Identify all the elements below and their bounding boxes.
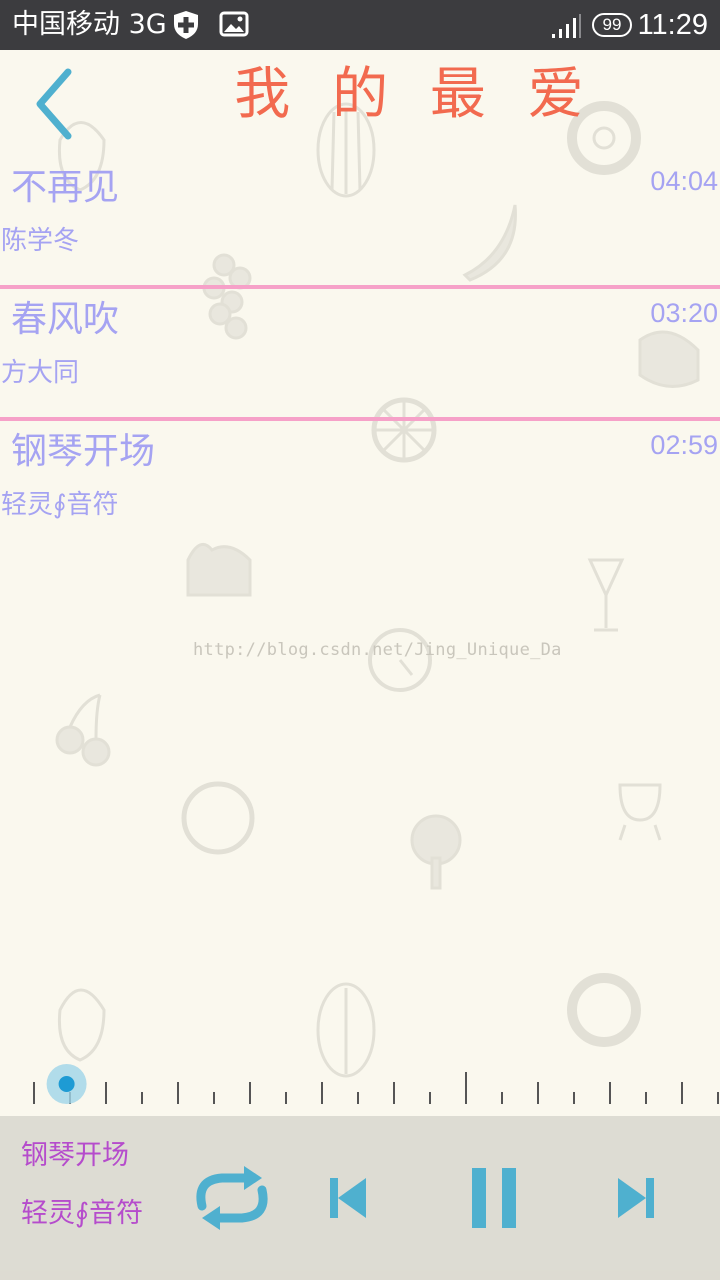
status-bar: 中国移动 3G 99 11:29 xyxy=(0,0,720,50)
song-artist: 方大同 xyxy=(1,358,80,388)
previous-button[interactable] xyxy=(326,1174,370,1222)
now-playing-title: 钢琴开场 xyxy=(21,1140,129,1171)
carrier-label: 中国移动 3G xyxy=(12,9,167,40)
song-list-item[interactable]: 不再见 04:04 陈学冬 xyxy=(0,155,720,287)
song-artist: 陈学冬 xyxy=(1,226,80,256)
seek-thumb[interactable] xyxy=(58,1076,75,1092)
image-icon xyxy=(219,10,249,42)
song-list-item[interactable]: 钢琴开场 02:59 轻灵∮音符 xyxy=(0,419,720,551)
next-icon xyxy=(618,1178,654,1218)
song-duration: 03:20 xyxy=(650,298,718,328)
signal-icon xyxy=(550,12,582,44)
clock: 11:29 xyxy=(637,9,708,41)
watermark-text: http://blog.csdn.net/Jing_Unique_Da xyxy=(193,640,562,660)
song-title: 钢琴开场 xyxy=(11,431,156,472)
song-list-item[interactable]: 春风吹 03:20 方大同 xyxy=(0,287,720,419)
seek-bar[interactable] xyxy=(0,1060,720,1116)
pause-icon xyxy=(472,1168,516,1228)
now-playing-artist: 轻灵∮音符 xyxy=(21,1198,144,1229)
next-button[interactable] xyxy=(614,1174,658,1222)
seek-ticks xyxy=(33,1072,719,1104)
now-playing-bar: 钢琴开场 轻灵∮音符 xyxy=(0,1116,720,1280)
song-title: 不再见 xyxy=(11,167,120,208)
song-duration: 02:59 xyxy=(650,430,718,460)
song-artist: 轻灵∮音符 xyxy=(1,490,119,520)
repeat-button[interactable] xyxy=(188,1162,276,1234)
song-duration: 04:04 xyxy=(650,166,718,196)
repeat-icon xyxy=(196,1166,268,1230)
previous-icon xyxy=(330,1178,366,1218)
song-title: 春风吹 xyxy=(11,299,120,340)
pause-button[interactable] xyxy=(468,1166,522,1230)
battery-indicator: 99 xyxy=(592,13,632,37)
page-title: 我 的 最 爱 xyxy=(234,62,596,127)
shield-icon xyxy=(172,10,200,44)
